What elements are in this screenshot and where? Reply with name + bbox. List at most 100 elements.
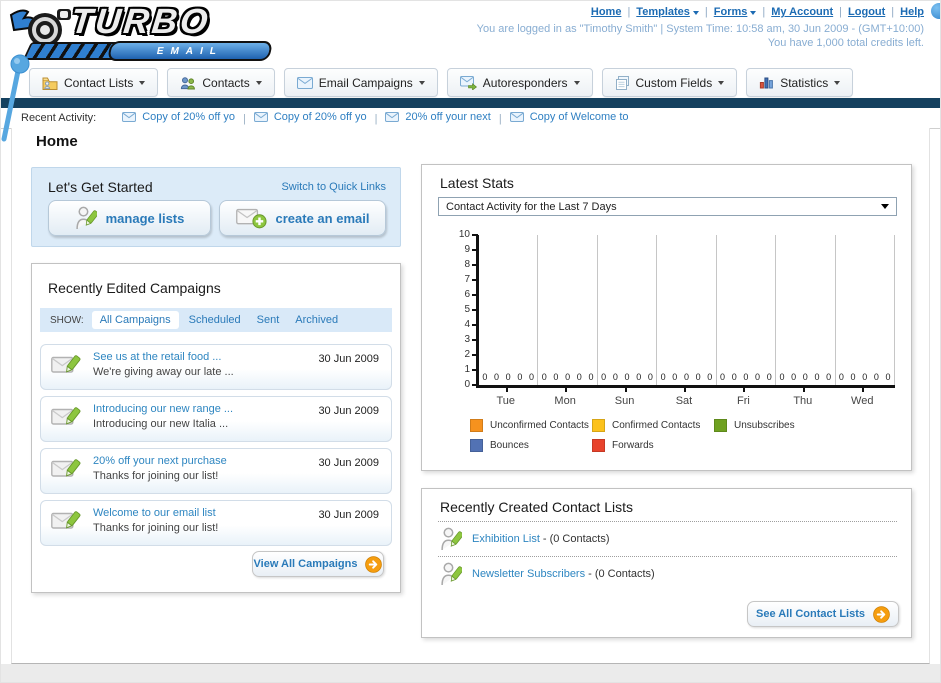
legend-label: Unconfirmed Contacts <box>490 420 589 431</box>
arrow-circle-icon <box>365 555 383 573</box>
manage-lists-button[interactable]: manage lists <box>48 200 211 236</box>
contact-lists-title: Recently Created Contact Lists <box>440 499 633 515</box>
data-value-label: 0 <box>755 372 761 382</box>
recent-activity-separator: | <box>242 113 246 125</box>
filter-archived[interactable]: Archived <box>295 314 338 326</box>
folder-icon <box>42 76 58 90</box>
data-value-label: 0 <box>529 372 535 382</box>
campaign-text: Introducing our new range ... Introducing… <box>93 403 233 430</box>
data-value-label: 0 <box>660 372 666 382</box>
recent-activity-link[interactable]: Copy of 20% off yo <box>274 111 367 123</box>
header-link-forms[interactable]: Forms <box>714 6 757 18</box>
tab-label: Contact Lists <box>64 75 134 90</box>
latest-stats-panel: Latest Stats Contact Activity for the La… <box>421 164 912 471</box>
tab-contacts[interactable]: Contacts <box>167 68 275 97</box>
y-axis-label: 0 <box>440 379 478 391</box>
data-value-label: 0 <box>624 372 630 382</box>
recent-activity-item[interactable]: Copy of 20% off yo <box>253 111 367 123</box>
recent-activity-link[interactable]: Copy of Welcome to <box>530 111 629 123</box>
see-all-contact-lists-label: See All Contact Lists <box>755 608 865 620</box>
help-bubble-icon[interactable] <box>931 3 940 19</box>
campaign-subtitle: Thanks for joining our list! <box>93 470 219 482</box>
filter-all-campaigns[interactable]: All Campaigns <box>91 311 179 329</box>
caret-down-icon <box>834 80 841 85</box>
legend-item: Unconfirmed Contacts <box>470 419 592 432</box>
recent-activity-item[interactable]: Copy of 20% off yo <box>122 111 235 123</box>
header-link-home[interactable]: Home <box>591 6 622 18</box>
envelope-pencil-icon <box>51 458 81 483</box>
legend-item: Bounces <box>470 439 592 452</box>
campaign-text: See us at the retail food ... We're givin… <box>93 351 234 378</box>
contact-list-link[interactable]: Newsletter Subscribers <box>472 568 585 580</box>
data-value-label: 0 <box>850 372 856 382</box>
campaign-item[interactable]: 20% off your next purchase Thanks for joi… <box>40 448 392 494</box>
header-link-separator: | <box>704 6 708 18</box>
campaign-item[interactable]: Introducing our new range ... Introducing… <box>40 396 392 442</box>
header-link-my-account[interactable]: My Account <box>771 6 833 18</box>
tab-label: Statistics <box>780 75 829 90</box>
filter-scheduled[interactable]: Scheduled <box>189 314 241 326</box>
campaign-subtitle: Introducing our new Italia ... <box>93 418 229 430</box>
caret-down-icon <box>692 11 699 15</box>
data-value-label: 0 <box>802 372 808 382</box>
data-value-label: 0 <box>743 372 749 382</box>
chart-day-group: 00000 <box>598 235 658 385</box>
turbo-email-dashboard: TURBO EMAIL Home | Templates | Forms | My Acco… <box>0 0 941 683</box>
recent-activity-item[interactable]: Copy of Welcome to <box>509 111 629 123</box>
recent-activity-item[interactable]: 20% off your next <box>385 111 491 123</box>
chart-day-group: 00000 <box>479 235 539 385</box>
y-axis-label: 5 <box>440 304 478 316</box>
campaign-subtitle: Thanks for joining our list! <box>93 522 219 534</box>
y-axis-label: 1 <box>440 364 478 376</box>
chart-day-group: 00000 <box>776 235 836 385</box>
campaign-filters: All Campaigns Scheduled Sent Archived <box>91 311 354 329</box>
chevron-down-icon <box>881 204 889 209</box>
contact-list-items: Exhibition List - (0 Contacts) Newsletter … <box>438 521 897 591</box>
campaign-date: 30 Jun 2009 <box>318 405 379 417</box>
see-all-contact-lists-button[interactable]: See All Contact Lists <box>747 601 899 627</box>
contacts-icon <box>180 76 196 90</box>
tab-statistics[interactable]: Statistics <box>746 68 854 97</box>
tab-email-campaigns[interactable]: Email Campaigns <box>283 68 438 97</box>
campaign-date: 30 Jun 2009 <box>318 353 379 365</box>
login-info: You are logged in as "Timothy Smith" | S… <box>476 23 924 35</box>
header-link-logout[interactable]: Logout <box>848 6 885 18</box>
legend-item: Unsubscribes <box>714 419 836 432</box>
contact-list-link[interactable]: Exhibition List <box>472 533 540 545</box>
campaigns-title: Recently Edited Campaigns <box>48 280 221 296</box>
data-value-label: 0 <box>517 372 523 382</box>
y-axis-label: 8 <box>440 259 478 271</box>
y-axis-label: 7 <box>440 274 478 286</box>
legend-swatch <box>714 419 727 432</box>
data-value-label: 0 <box>553 372 559 382</box>
header-link-templates[interactable]: Templates <box>636 6 699 18</box>
campaign-title-link[interactable]: Introducing our new range ... <box>93 403 233 415</box>
campaign-item[interactable]: See us at the retail food ... We're givin… <box>40 344 392 390</box>
contact-list-item[interactable]: Newsletter Subscribers - (0 Contacts) <box>438 556 897 591</box>
envelope-pencil-icon <box>51 406 81 431</box>
tab-contact-lists[interactable]: Contact Lists <box>29 68 159 97</box>
recent-activity-separator: | <box>374 113 378 125</box>
campaign-item[interactable]: Welcome to our email list Thanks for join… <box>40 500 392 546</box>
create-email-button[interactable]: create an email <box>219 200 386 236</box>
tab-custom-fields[interactable]: Custom Fields <box>601 68 738 97</box>
recent-activity-link[interactable]: Copy of 20% off yo <box>142 111 235 123</box>
caret-down-icon <box>718 80 725 85</box>
recent-activity-link[interactable]: 20% off your next <box>405 111 490 123</box>
data-value-label: 0 <box>647 372 653 382</box>
envelope-small-icon <box>253 112 268 122</box>
filter-sent[interactable]: Sent <box>257 314 280 326</box>
tab-autoresponders[interactable]: Autoresponders <box>446 68 593 97</box>
view-all-campaigns-button[interactable]: View All Campaigns <box>252 551 384 577</box>
campaign-title-link[interactable]: 20% off your next purchase <box>93 455 227 467</box>
contact-list-item[interactable]: Exhibition List - (0 Contacts) <box>438 521 897 556</box>
campaign-title-link[interactable]: Welcome to our email list <box>93 507 218 519</box>
page-title: Home <box>36 133 78 150</box>
header-link-help[interactable]: Help <box>900 6 924 18</box>
navy-divider-bar <box>1 98 940 108</box>
switch-to-quick-links[interactable]: Switch to Quick Links <box>281 181 386 193</box>
custom-fields-icon <box>615 75 630 90</box>
stats-period-select[interactable]: Contact Activity for the Last 7 Days <box>438 197 897 216</box>
legend-swatch <box>592 439 605 452</box>
campaign-title-link[interactable]: See us at the retail food ... <box>93 351 234 363</box>
